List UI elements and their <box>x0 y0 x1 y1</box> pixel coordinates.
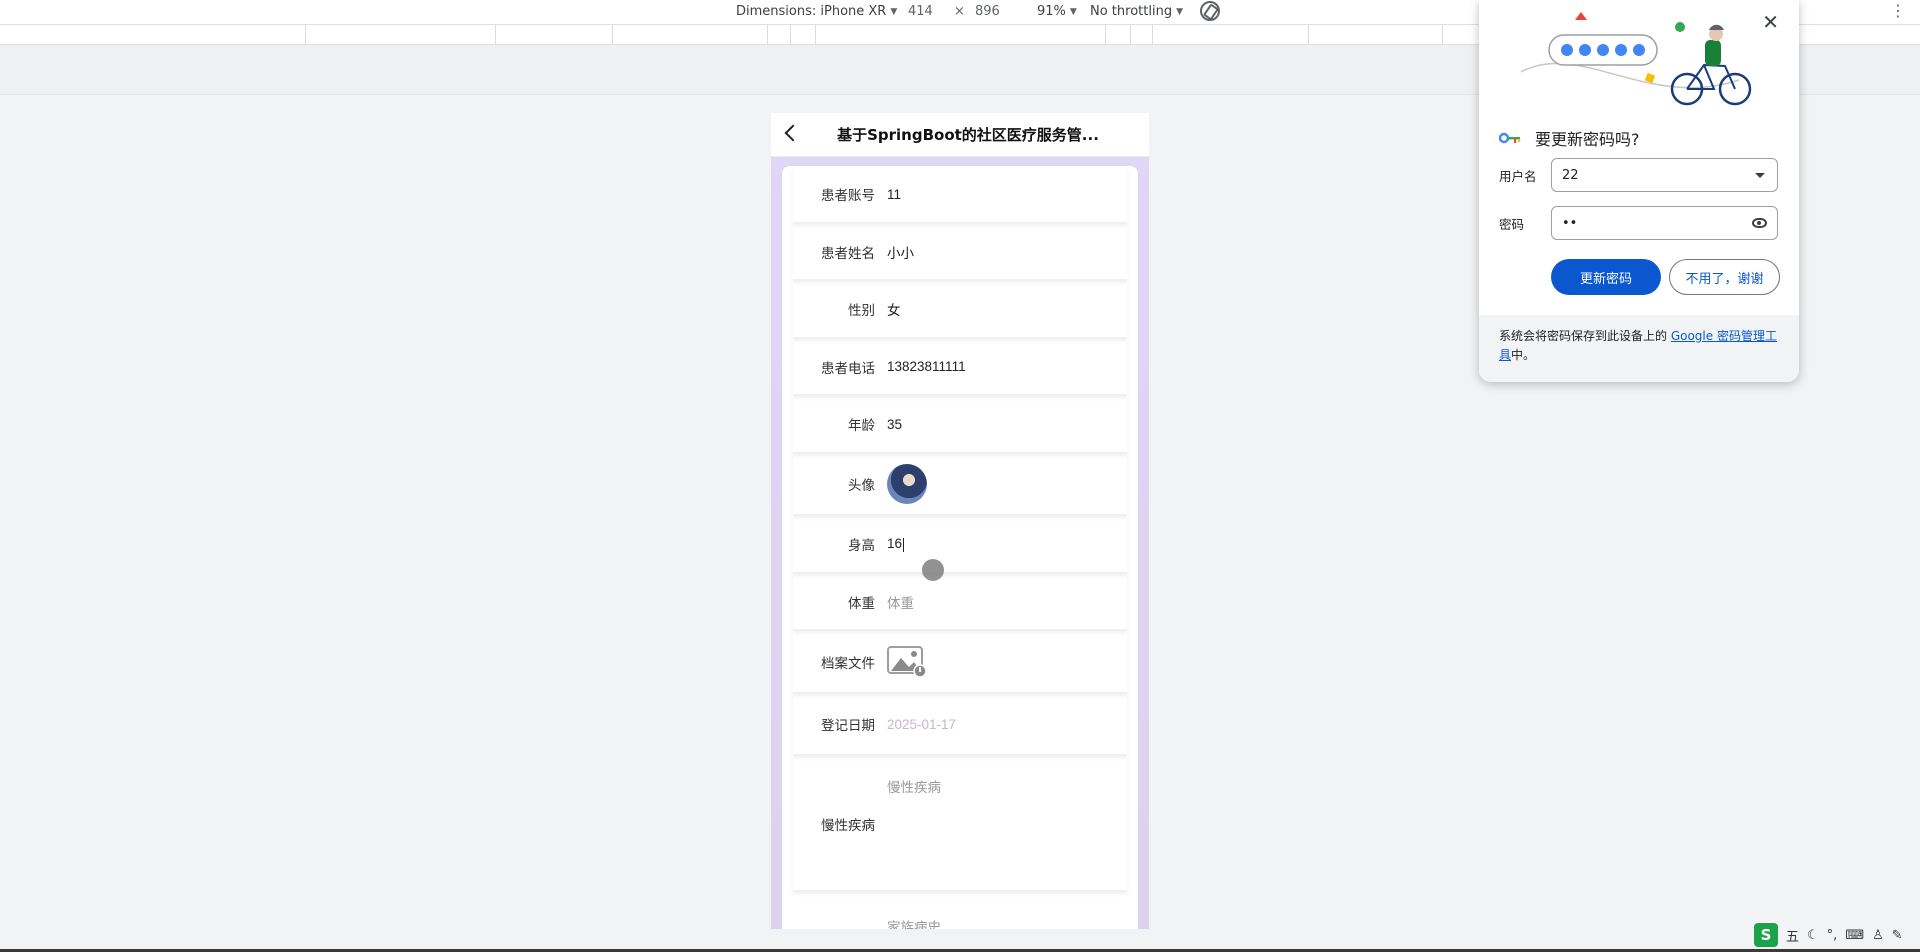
form-label: 年龄 <box>848 418 875 434</box>
device-height-value: 896 <box>975 4 1000 19</box>
close-icon[interactable]: ✕ <box>1762 12 1779 32</box>
footer-text: 系统会将密码保存到此设备上的 <box>1499 329 1671 343</box>
ruler-tick <box>495 25 496 45</box>
form-row-phone: 患者电话 13823811111 <box>793 339 1127 396</box>
form-row-weight: 体重 体重 <box>793 574 1127 631</box>
avatar[interactable] <box>887 464 927 504</box>
bubble-title-row: 要更新密码吗? <box>1499 126 1640 150</box>
device-dimensions-label: Dimensions: iPhone XR <box>736 4 887 19</box>
form-row-date: 登记日期 2025-01-17 <box>793 694 1127 756</box>
form-label: 慢性疾病 <box>821 818 875 834</box>
footer-suffix: 中。 <box>1511 348 1536 362</box>
form-label: 患者账号 <box>821 188 875 204</box>
image-upload-icon[interactable] <box>887 645 927 678</box>
ruler-tick <box>1308 25 1309 45</box>
ruler-tick <box>1442 25 1443 45</box>
throttling-value: No throttling <box>1090 4 1173 19</box>
form-card: 患者账号 11 患者姓名 小小 性别 女 患者电话 13823811111 年龄… <box>782 166 1138 929</box>
phone-input[interactable]: 13823811111 <box>887 359 966 374</box>
more-options-icon[interactable]: ⋮ <box>1890 2 1906 20</box>
eye-icon[interactable] <box>1752 218 1767 228</box>
ruler-tick <box>767 25 768 45</box>
update-password-button[interactable]: 更新密码 <box>1551 259 1661 295</box>
ruler-tick <box>1152 25 1153 45</box>
ruler-tick <box>305 25 306 45</box>
form-label: 体重 <box>848 595 875 612</box>
password-value: •• <box>1562 215 1578 231</box>
password-update-bubble: ✕ 要更新密码吗? 用户名 22 密码 •• 更新密码 不用了，谢谢 系统会将密… <box>1479 0 1799 382</box>
username-row: 用户名 22 <box>1499 158 1778 192</box>
weight-input[interactable]: 体重 <box>887 592 914 612</box>
height-value: 16 <box>887 536 903 552</box>
device-width-value: 414 <box>908 4 933 19</box>
date-picker[interactable]: 2025-01-17 <box>887 717 956 732</box>
sogou-logo-icon[interactable]: S <box>1754 923 1778 947</box>
form-label: 登记日期 <box>821 718 875 734</box>
user-icon[interactable]: ♙ <box>1872 928 1884 943</box>
chevron-down-icon: ▼ <box>890 6 898 17</box>
zoom-value: 91% <box>1037 4 1066 19</box>
bubble-title: 要更新密码吗? <box>1535 130 1640 149</box>
ruler-tick <box>790 25 791 45</box>
times-sign: × <box>954 4 965 19</box>
throttling-selector[interactable]: No throttling ▼ <box>1090 4 1183 19</box>
bubble-footer: 系统会将密码保存到此设备上的 Google 密码管理工具中。 <box>1479 315 1799 382</box>
page-title: 基于SpringBoot的社区医疗服务管... <box>837 126 1099 144</box>
password-row: 密码 •• <box>1499 206 1778 240</box>
keyboard-icon[interactable]: ⌨ <box>1845 928 1864 943</box>
form-label: 身高 <box>848 538 875 554</box>
form-row-family-history: 家族病史 <box>793 892 1127 929</box>
no-thanks-button[interactable]: 不用了，谢谢 <box>1669 259 1780 295</box>
chevron-down-icon: ▼ <box>1069 6 1077 17</box>
touch-pointer <box>922 559 944 581</box>
form-label: 患者姓名 <box>821 245 875 262</box>
ruler-tick <box>815 25 816 45</box>
form-row-account: 患者账号 11 <box>793 166 1127 224</box>
age-input[interactable]: 35 <box>887 417 902 432</box>
form-label: 档案文件 <box>821 655 875 672</box>
device-height-input[interactable]: 896 <box>975 4 1000 19</box>
username-value: 22 <box>1562 167 1579 183</box>
key-icon <box>1499 132 1521 144</box>
device-width-input[interactable]: 414 <box>908 4 933 19</box>
form-row-avatar: 头像 <box>793 454 1127 516</box>
device-selector[interactable]: Dimensions: iPhone XR ▼ <box>736 4 897 19</box>
phone-viewport: 基于SpringBoot的社区医疗服务管... 患者账号 11 患者姓名 小小 … <box>771 113 1149 929</box>
account-input[interactable]: 11 <box>887 187 901 202</box>
form-row-gender: 性别 女 <box>793 281 1127 339</box>
form-row-age: 年龄 35 <box>793 396 1127 454</box>
height-input[interactable]: 16 <box>887 536 905 552</box>
phone-header: 基于SpringBoot的社区医疗服务管... <box>771 113 1149 157</box>
form-row-height: 身高 16 <box>793 516 1127 574</box>
form-label: 头像 <box>848 478 875 494</box>
text-cursor <box>903 537 905 552</box>
ruler-tick <box>612 25 613 45</box>
times-symbol: × <box>954 4 965 19</box>
ruler-tick <box>1105 25 1106 45</box>
chevron-down-icon: ▼ <box>1176 6 1183 17</box>
username-select[interactable]: 22 <box>1551 158 1778 192</box>
password-illustration <box>1520 12 1752 106</box>
moon-icon[interactable]: ☾ <box>1807 928 1819 943</box>
dropdown-arrow-icon <box>1755 173 1765 178</box>
gender-select[interactable]: 女 <box>887 299 901 319</box>
settings-wrench-icon[interactable]: ✎ <box>1892 928 1903 943</box>
form-row-chronic: 慢性疾病 慢性疾病 <box>793 756 1127 892</box>
username-label: 用户名 <box>1499 168 1537 184</box>
ime-mode[interactable]: 五 <box>1786 926 1799 945</box>
ime-punctuation[interactable]: °, <box>1827 928 1838 943</box>
name-input[interactable]: 小小 <box>887 242 914 262</box>
form-row-name: 患者姓名 小小 <box>793 224 1127 281</box>
password-label: 密码 <box>1499 216 1525 232</box>
ruler-tick <box>1130 25 1131 45</box>
chronic-textarea[interactable]: 慢性疾病 <box>887 776 941 796</box>
family-history-textarea[interactable]: 家族病史 <box>887 916 941 929</box>
rotate-device-icon[interactable] <box>1200 1 1220 21</box>
password-input[interactable]: •• <box>1551 206 1778 240</box>
ime-toolbar: S 五 ☾ °, ⌨ ♙ ✎ <box>1754 922 1903 948</box>
form-label: 性别 <box>848 303 875 319</box>
zoom-selector[interactable]: 91% ▼ <box>1037 4 1077 19</box>
form-row-file: 档案文件 <box>793 631 1127 694</box>
form-label: 患者电话 <box>821 360 875 377</box>
